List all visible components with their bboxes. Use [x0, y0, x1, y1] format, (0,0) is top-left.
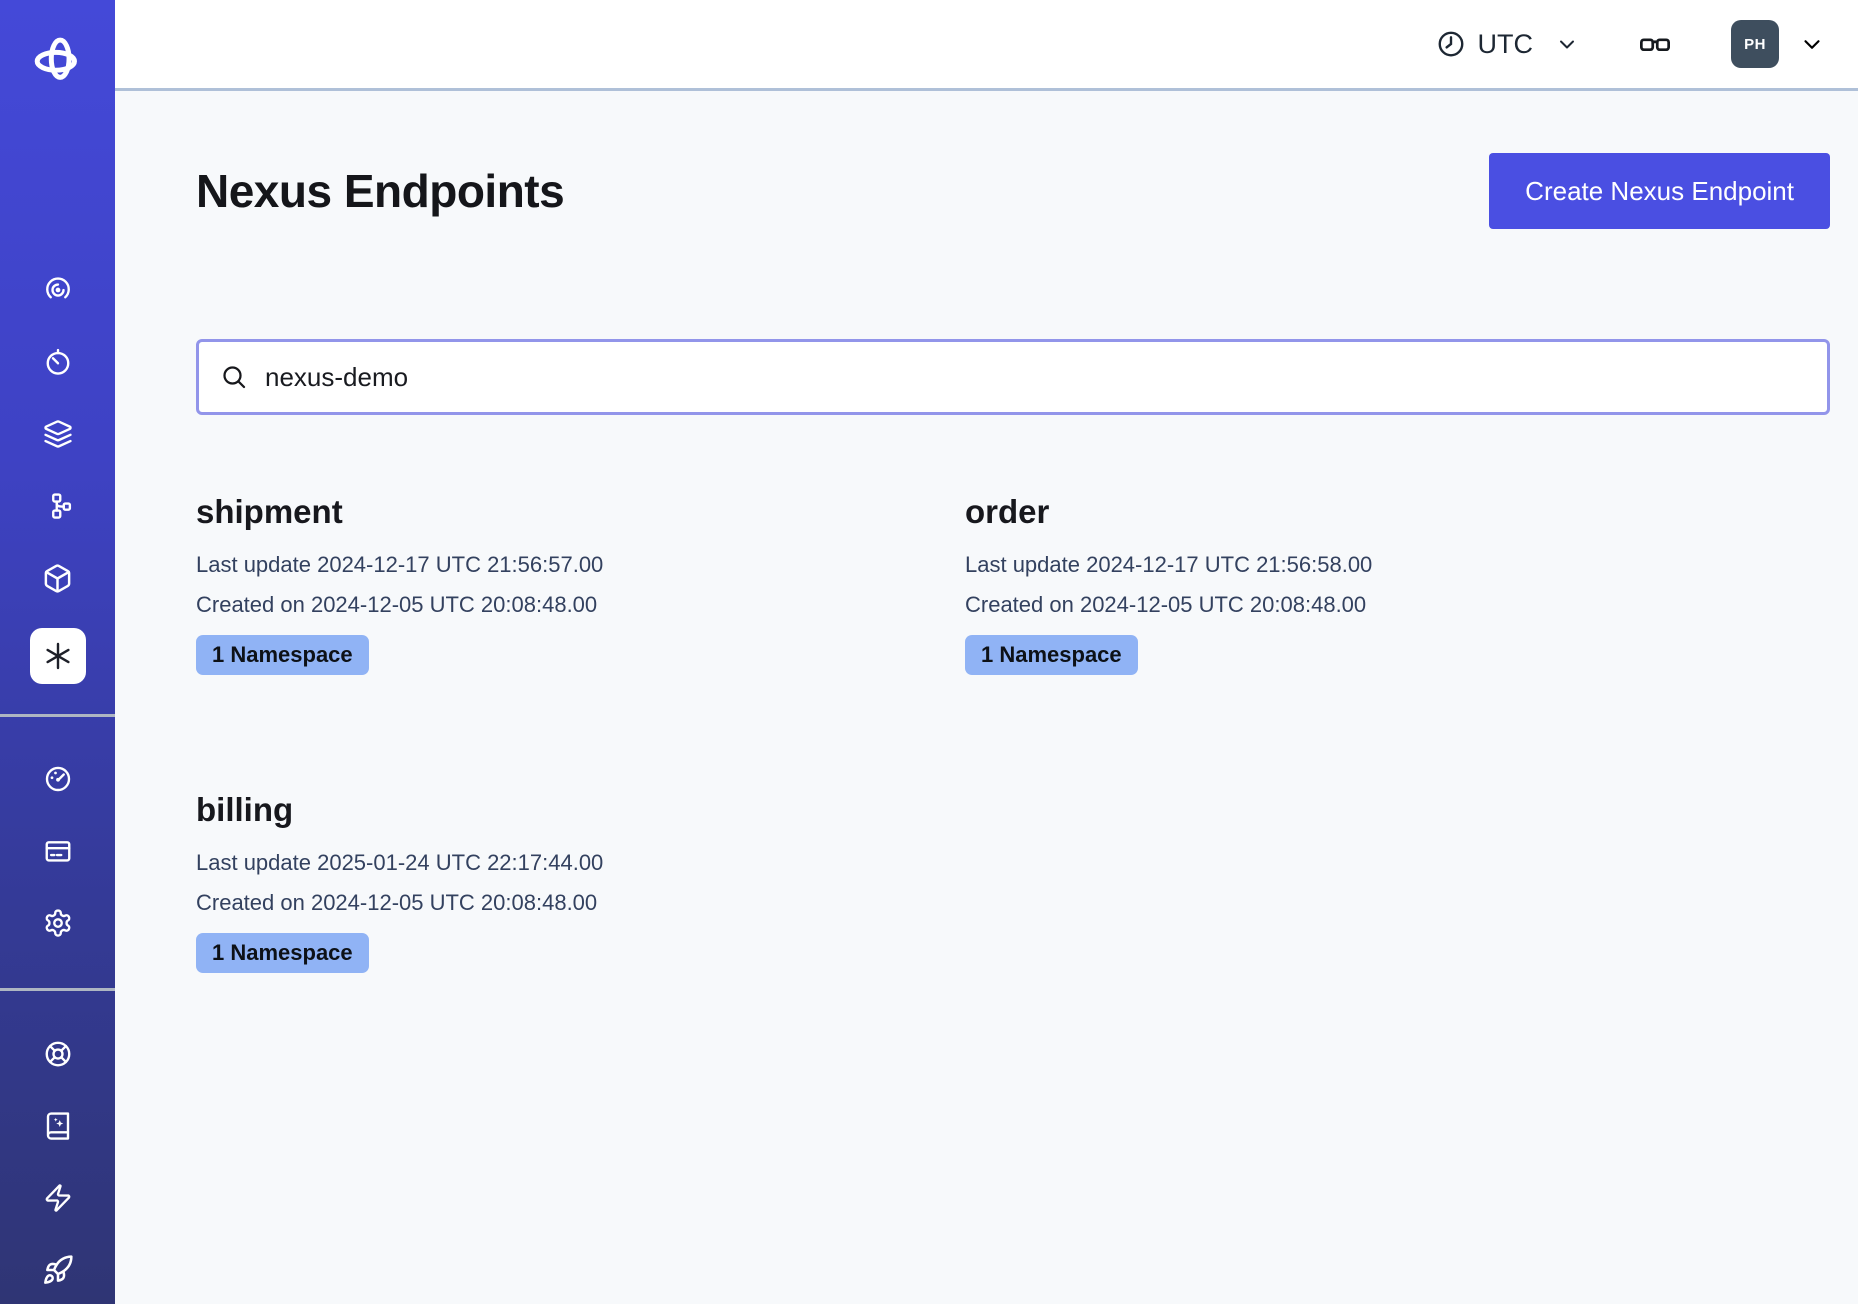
endpoint-card: shipment Last update 2024-12-17 UTC 21:5… — [196, 493, 932, 675]
deployments-tree-icon — [43, 491, 73, 521]
docs-book-icon — [43, 1111, 73, 1141]
sidebar — [0, 0, 115, 1304]
create-nexus-endpoint-button[interactable]: Create Nexus Endpoint — [1489, 153, 1830, 229]
namespace-badge: 1 Namespace — [196, 635, 369, 675]
sidebar-item-schedules[interactable] — [36, 340, 80, 384]
search-icon — [219, 362, 249, 392]
sidebar-item-billing[interactable] — [36, 829, 80, 873]
read-only-toggle[interactable] — [1637, 26, 1673, 62]
billing-card-icon — [43, 836, 73, 866]
endpoint-last-update: Last update 2025-01-24 UTC 22:17:44.00 — [196, 843, 932, 883]
glasses-icon — [1637, 26, 1673, 62]
temporal-logo[interactable] — [32, 33, 84, 87]
sidebar-divider — [0, 988, 115, 991]
workflows-spiral-icon — [43, 275, 73, 305]
sidebar-item-batch-operations[interactable] — [36, 412, 80, 456]
usage-gauge-icon — [43, 764, 73, 794]
avatar: PH — [1731, 20, 1779, 68]
endpoint-search — [196, 339, 1830, 415]
schedules-timer-icon — [43, 347, 73, 377]
chevron-down-icon — [1555, 32, 1579, 56]
namespace-badge: 1 Namespace — [196, 933, 369, 973]
sidebar-item-getting-started[interactable] — [36, 1248, 80, 1292]
sidebar-nav-account — [0, 757, 115, 945]
topbar: UTC PH — [115, 0, 1858, 91]
events-lightning-icon — [43, 1183, 73, 1213]
endpoint-card: order Last update 2024-12-17 UTC 21:56:5… — [965, 493, 1701, 675]
sidebar-item-deployments[interactable] — [36, 484, 80, 528]
page-header: Nexus Endpoints Create Nexus Endpoint — [196, 153, 1830, 229]
sidebar-item-events[interactable] — [36, 1176, 80, 1220]
settings-gear-icon — [43, 908, 73, 938]
endpoint-created-on: Created on 2024-12-05 UTC 20:08:48.00 — [196, 883, 932, 923]
clock-icon — [1436, 29, 1466, 59]
sidebar-item-docs[interactable] — [36, 1104, 80, 1148]
sidebar-nav-help — [0, 1032, 115, 1292]
timezone-label: UTC — [1478, 29, 1534, 60]
app-root: UTC PH — [0, 0, 1858, 1304]
endpoint-card: billing Last update 2025-01-24 UTC 22:17… — [196, 791, 932, 973]
endpoint-name-link[interactable]: order — [965, 493, 1701, 531]
sidebar-item-archival[interactable] — [36, 556, 80, 600]
timezone-selector[interactable]: UTC — [1436, 29, 1580, 60]
sidebar-item-nexus[interactable] — [30, 628, 86, 684]
sidebar-item-usage[interactable] — [36, 757, 80, 801]
page-title: Nexus Endpoints — [196, 163, 564, 219]
search-input[interactable] — [263, 361, 1807, 394]
namespace-badge: 1 Namespace — [965, 635, 1138, 675]
endpoint-created-on: Created on 2024-12-05 UTC 20:08:48.00 — [965, 585, 1701, 625]
endpoint-name-link[interactable]: shipment — [196, 493, 932, 531]
nexus-asterisk-icon — [41, 639, 75, 673]
archival-cube-icon — [42, 563, 73, 594]
sidebar-nav-primary — [0, 268, 115, 684]
endpoint-grid: shipment Last update 2024-12-17 UTC 21:5… — [196, 493, 1830, 973]
batch-layers-icon — [43, 419, 73, 449]
sidebar-item-settings[interactable] — [36, 901, 80, 945]
endpoint-created-on: Created on 2024-12-05 UTC 20:08:48.00 — [196, 585, 932, 625]
chevron-down-icon — [1799, 31, 1825, 57]
endpoint-last-update: Last update 2024-12-17 UTC 21:56:57.00 — [196, 545, 932, 585]
support-lifebuoy-icon — [43, 1039, 73, 1069]
right-column: UTC PH — [115, 0, 1858, 1304]
avatar-initials: PH — [1744, 36, 1766, 53]
endpoint-last-update: Last update 2024-12-17 UTC 21:56:58.00 — [965, 545, 1701, 585]
sidebar-divider — [0, 714, 115, 717]
getting-started-rocket-icon — [42, 1254, 74, 1286]
account-menu[interactable]: PH — [1731, 20, 1825, 68]
endpoint-name-link[interactable]: billing — [196, 791, 932, 829]
sidebar-item-support[interactable] — [36, 1032, 80, 1076]
main-content: Nexus Endpoints Create Nexus Endpoint sh… — [115, 91, 1858, 1304]
sidebar-item-workflows[interactable] — [36, 268, 80, 312]
